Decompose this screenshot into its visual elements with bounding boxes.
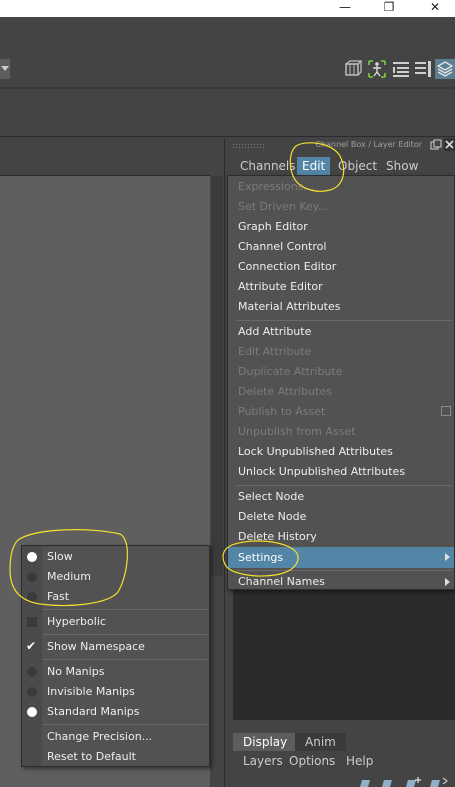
tab-anim[interactable]: Anim xyxy=(295,733,346,751)
add-layer-icon[interactable] xyxy=(406,777,421,787)
menu-separator xyxy=(236,570,452,571)
channel-box-title: Channel Box / Layer Editor xyxy=(315,140,422,149)
radio-selected-icon xyxy=(27,552,37,562)
menu-item-delete-attributes[interactable]: Delete Attributes xyxy=(228,382,454,402)
mode-dropdown[interactable] xyxy=(0,59,10,79)
option-box-icon[interactable] xyxy=(441,406,451,416)
menu-separator xyxy=(236,320,452,321)
menu-item-show-namespace[interactable]: ✔ Show Namespace xyxy=(22,637,209,657)
radio-empty-icon xyxy=(27,667,37,677)
menu-separator xyxy=(236,485,452,486)
menu-item-unpublish-from-asset[interactable]: Unpublish from Asset xyxy=(228,422,454,442)
checkmark-icon: ✔ xyxy=(26,639,37,653)
menu-channels[interactable]: Channels xyxy=(235,157,301,175)
menu-item-select-node[interactable]: Select Node xyxy=(228,487,454,507)
minimize-button[interactable]: — xyxy=(330,0,360,17)
menu-item-fast[interactable]: Fast xyxy=(22,587,209,607)
move-layer-icon[interactable] xyxy=(430,777,448,787)
menu-item-duplicate-attribute[interactable]: Duplicate Attribute xyxy=(228,362,454,382)
menu-item-delete-history[interactable]: Delete History xyxy=(228,527,454,547)
menu-object[interactable]: Object xyxy=(333,157,382,175)
settings-submenu: Slow Medium Fast Hyperbolic ✔ Show Namesp… xyxy=(21,545,210,767)
radio-empty-icon xyxy=(27,687,37,697)
menu-edit[interactable]: Edit xyxy=(297,157,331,175)
menu-item-publish-to-asset[interactable]: Publish to Asset xyxy=(228,402,454,422)
menu-separator xyxy=(43,659,207,660)
new-layer-selected-icon[interactable] xyxy=(382,780,392,787)
menu-separator xyxy=(43,724,207,725)
menu-item-slow[interactable]: Slow xyxy=(22,547,209,567)
menu-item-delete-node[interactable]: Delete Node xyxy=(228,507,454,527)
menu-item-no-manips[interactable]: No Manips xyxy=(22,662,209,682)
close-panel-icon[interactable] xyxy=(444,138,455,151)
menu-options[interactable]: Options xyxy=(289,753,335,769)
menu-item-settings[interactable]: Settings xyxy=(228,547,454,568)
window-titlebar: — ❐ ✕ xyxy=(0,0,455,17)
channel-box-toggle-icon[interactable] xyxy=(435,59,455,79)
menu-separator xyxy=(43,609,207,610)
layer-editor-tabs: Display Anim xyxy=(233,733,455,751)
menu-show[interactable]: Show xyxy=(381,157,423,175)
shelf-area xyxy=(0,89,455,137)
radio-empty-icon xyxy=(27,592,37,602)
menu-item-expressions[interactable]: Expressions... xyxy=(228,177,454,197)
restore-button[interactable]: ❐ xyxy=(374,0,404,17)
menu-item-invisible-manips[interactable]: Invisible Manips xyxy=(22,682,209,702)
submenu-arrow-icon xyxy=(445,578,450,586)
menu-item-connection-editor[interactable]: Connection Editor xyxy=(228,257,454,277)
menu-item-reset-to-default[interactable]: Reset to Default xyxy=(22,747,209,767)
close-button[interactable]: ✕ xyxy=(420,0,450,17)
menu-item-medium[interactable]: Medium xyxy=(22,567,209,587)
menu-item-lock-unpublished[interactable]: Lock Unpublished Attributes xyxy=(228,442,454,462)
menu-item-change-precision[interactable]: Change Precision... xyxy=(22,727,209,747)
radio-selected-icon xyxy=(27,707,37,717)
tab-display[interactable]: Display xyxy=(233,733,298,751)
tool-settings-icon[interactable] xyxy=(413,59,433,79)
menu-item-channel-names[interactable]: Channel Names xyxy=(228,572,454,592)
menu-item-attribute-editor[interactable]: Attribute Editor xyxy=(228,277,454,297)
radio-empty-icon xyxy=(27,572,37,582)
menu-item-set-driven-key[interactable]: Set Driven Key... xyxy=(228,197,454,217)
submenu-arrow-icon xyxy=(445,553,450,561)
viewport-header xyxy=(0,138,210,176)
status-line xyxy=(0,17,455,87)
attribute-editor-icon[interactable] xyxy=(391,59,411,79)
chevron-down-icon xyxy=(1,66,9,71)
menu-item-hyperbolic[interactable]: Hyperbolic xyxy=(22,612,209,632)
menu-item-standard-manips[interactable]: Standard Manips xyxy=(22,702,209,722)
menu-help[interactable]: Help xyxy=(346,753,373,769)
menu-item-graph-editor[interactable]: Graph Editor xyxy=(228,217,454,237)
modeling-toolkit-icon[interactable] xyxy=(343,59,363,79)
menu-item-channel-control[interactable]: Channel Control xyxy=(228,237,454,257)
channel-list-area[interactable] xyxy=(233,590,455,720)
checkbox-empty-icon xyxy=(27,617,37,627)
menu-item-edit-attribute[interactable]: Edit Attribute xyxy=(228,342,454,362)
new-layer-icon[interactable] xyxy=(360,780,370,787)
splitter-track xyxy=(211,176,223,576)
menu-item-add-attribute[interactable]: Add Attribute xyxy=(228,322,454,342)
layer-tool-icons xyxy=(358,776,455,787)
float-panel-icon[interactable] xyxy=(430,139,442,151)
menu-layers[interactable]: Layers xyxy=(243,753,283,769)
menu-item-material-attributes[interactable]: Material Attributes xyxy=(228,297,454,317)
menu-item-unlock-unpublished[interactable]: Unlock Unpublished Attributes xyxy=(228,462,454,482)
menu-separator xyxy=(43,634,207,635)
human-ik-icon[interactable] xyxy=(367,59,387,79)
edit-menu: Expressions... Set Driven Key... Graph E… xyxy=(227,175,455,590)
